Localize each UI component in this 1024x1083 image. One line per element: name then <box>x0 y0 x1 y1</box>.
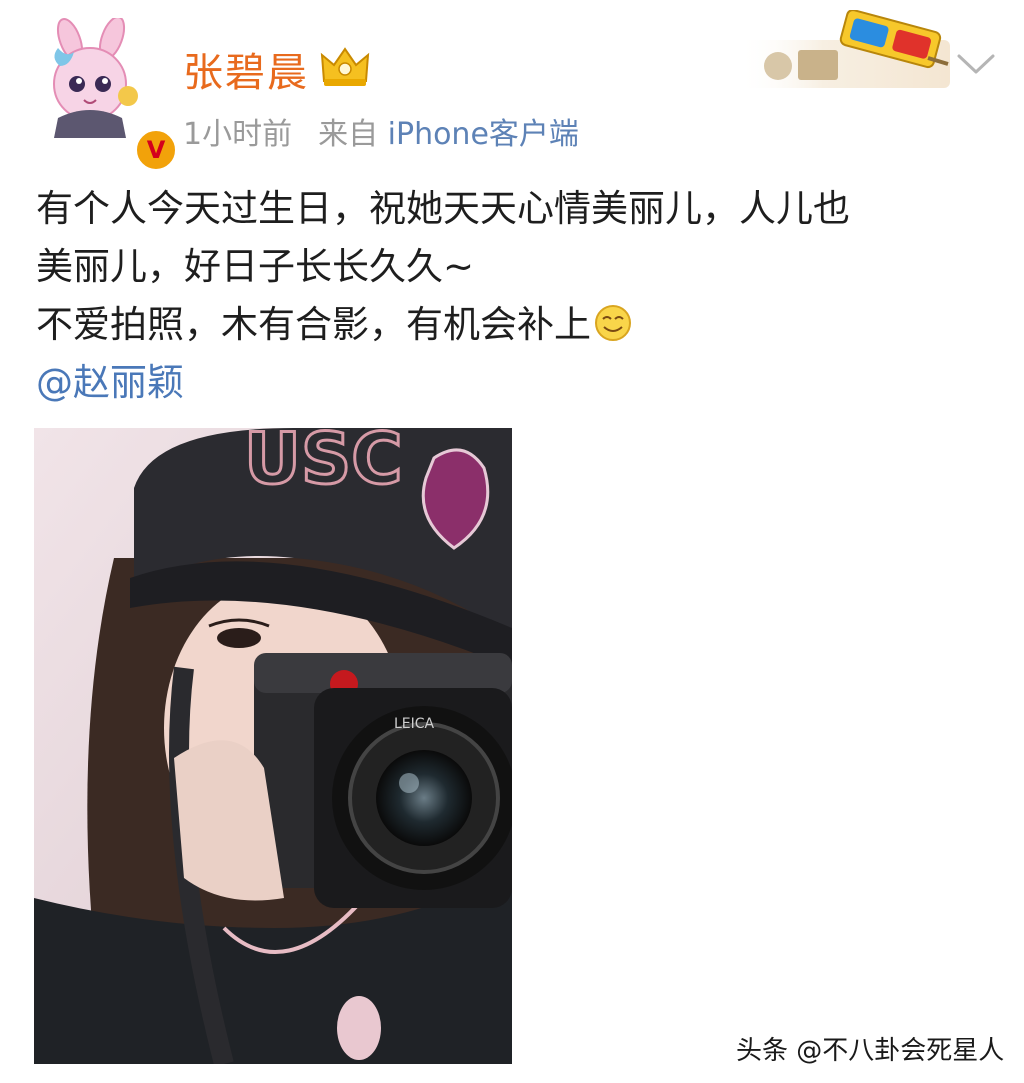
bunny-avatar-icon <box>53 16 138 138</box>
post-meta: 1小时前 来自 iPhone客户端 <box>183 109 579 153</box>
post-line: 有个人今天过生日，祝她天天心情美丽儿，人儿也 <box>36 187 850 230</box>
post-time: 1小时前 <box>183 117 293 152</box>
event-badge-icon[interactable] <box>738 10 950 90</box>
source-client-link[interactable]: iPhone客户端 <box>388 117 579 152</box>
user-avatar[interactable]: V <box>30 16 178 172</box>
username[interactable]: 张碧晨 <box>183 40 309 98</box>
post-line: 美丽儿，好日子长长久久~ <box>36 245 475 288</box>
watermark-text: 头条 @不八卦会死星人 <box>736 1036 1005 1066</box>
chevron-down-icon[interactable] <box>955 48 997 78</box>
post-photo[interactable]: USC LEICA <box>34 428 512 1064</box>
post-content: 有个人今天过生日，祝她天天心情美丽儿，人儿也 美丽儿，好日子长长久久~ 不爱拍照… <box>36 180 996 354</box>
post-line-text: 不爱拍照，木有合影，有机会补上 <box>36 303 591 346</box>
smile-emoji-icon <box>595 305 631 341</box>
source-prefix: 来自 <box>318 117 379 152</box>
mention-link[interactable]: @赵丽颖 <box>36 352 184 406</box>
svg-text:USC: USC <box>244 428 403 500</box>
selfie-with-camera-photo: USC LEICA <box>34 428 512 1064</box>
camera-brand-label: LEICA <box>394 716 435 732</box>
post-line: 不爱拍照，木有合影，有机会补上 <box>36 296 996 354</box>
verified-badge: V <box>134 128 178 172</box>
weibo-post: V 张碧晨 1小时前 来自 iPhone客户端 有个人今天过生日，祝她天天心情美… <box>0 0 1024 1083</box>
crown-icon[interactable] <box>318 43 372 89</box>
